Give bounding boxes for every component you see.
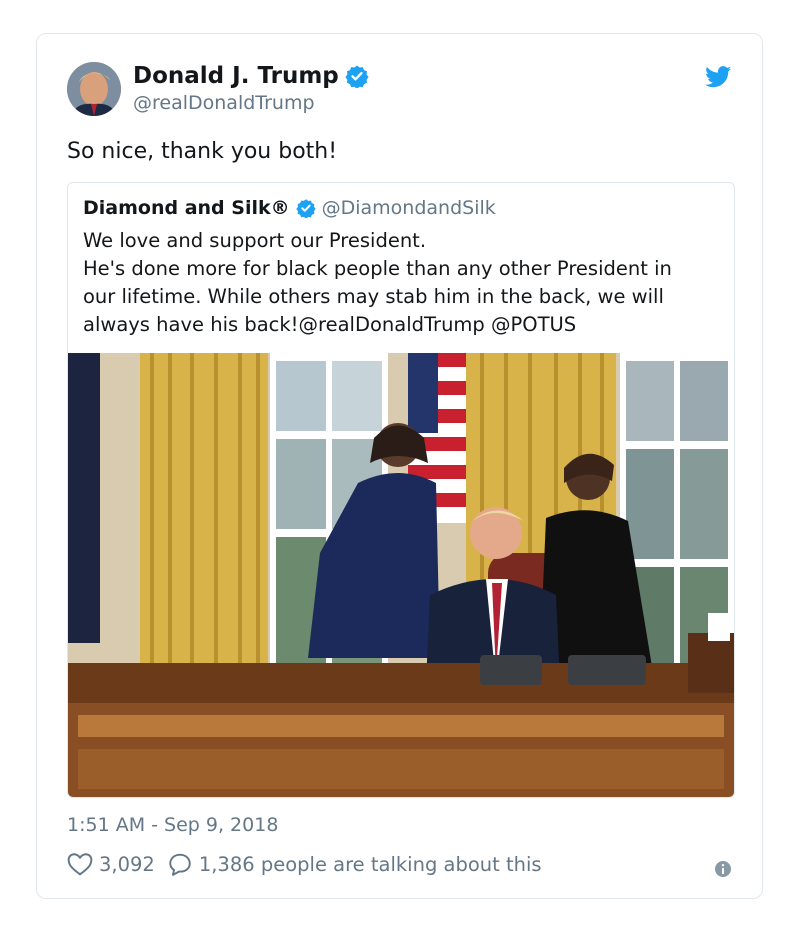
quoted-author-handle: @DiamondandSilk (321, 197, 496, 219)
quoted-text-line: our lifetime. While others may stab him … (83, 285, 664, 308)
reply-bubble-icon[interactable] (167, 852, 193, 876)
quoted-text-line: always have his back!@realDonaldTrump @P… (83, 313, 577, 336)
quoted-tweet-text: We love and support our President. He's … (83, 227, 728, 339)
author-avatar[interactable] (67, 62, 121, 116)
quoted-tweet[interactable]: Diamond and Silk® @DiamondandSilk We lov… (67, 182, 735, 798)
quoted-author-name: Diamond and Silk® (83, 197, 290, 219)
verified-badge-icon (295, 199, 316, 218)
verified-badge-icon (345, 65, 369, 88)
talking-count[interactable]: 1,386 people are talking about this (199, 853, 542, 876)
heart-icon[interactable] (67, 852, 93, 876)
tweet-actions: 3,092 1,386 people are talking about thi… (67, 852, 542, 876)
like-count[interactable]: 3,092 (99, 853, 155, 876)
quoted-tweet-header: Diamond and Silk® @DiamondandSilk (83, 197, 496, 219)
quoted-text-line: He's done more for black people than any… (83, 257, 672, 280)
oval-office-photo-icon[interactable] (68, 353, 734, 797)
info-icon[interactable] (714, 860, 732, 878)
twitter-bird-icon[interactable] (705, 66, 732, 88)
quoted-text-line: We love and support our President. (83, 229, 427, 252)
tweet-timestamp[interactable]: 1:51 AM - Sep 9, 2018 (67, 814, 278, 836)
author-name[interactable]: Donald J. Trump (133, 63, 339, 89)
author-handle[interactable]: @realDonaldTrump (133, 92, 315, 114)
author-name-row: Donald J. Trump (133, 63, 369, 89)
tweet-text: So nice, thank you both! (67, 139, 338, 164)
embedded-tweet-card: Donald J. Trump @realDonaldTrump So nice… (36, 33, 763, 899)
profile-photo-icon (67, 62, 121, 116)
